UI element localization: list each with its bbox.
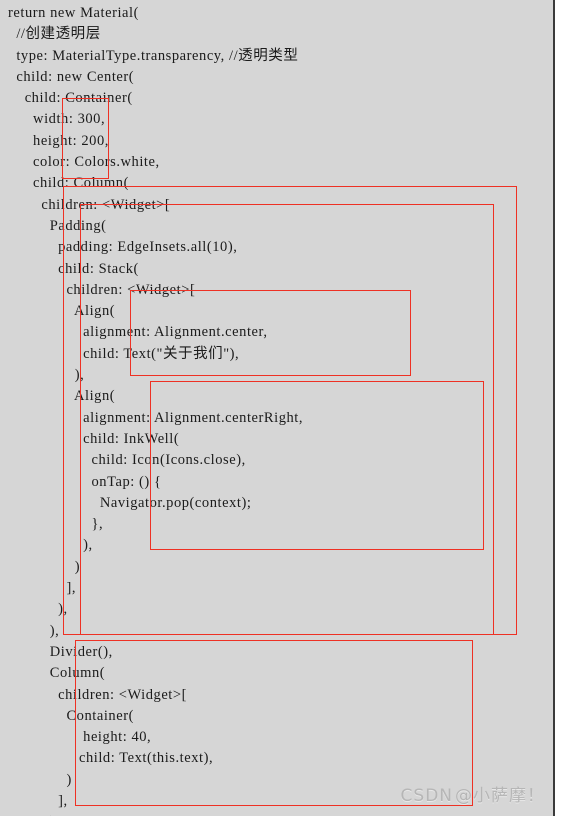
code-line: Align( bbox=[8, 303, 116, 320]
code-line: child: Text(this.text), bbox=[8, 750, 214, 767]
code-line: child: Container( bbox=[8, 90, 133, 107]
code-line: children: <Widget>[ bbox=[8, 281, 196, 298]
code-line: alignment: Alignment.center, bbox=[8, 324, 268, 341]
watermark-author: @小萨摩！ bbox=[455, 786, 545, 806]
code-line: ], bbox=[8, 580, 77, 597]
code-line: child: InkWell( bbox=[8, 430, 180, 447]
code-line: Padding( bbox=[8, 217, 107, 234]
code-line: ) bbox=[8, 558, 81, 575]
code-line: children: <Widget>[ bbox=[8, 686, 187, 703]
watermark: CSDN @小萨摩！ bbox=[401, 781, 545, 806]
code-canvas: return new Material( //创建透明层 type: Mater… bbox=[0, 0, 555, 816]
code-line: alignment: Alignment.centerRight, bbox=[8, 409, 304, 426]
code-line: child: Stack( bbox=[8, 260, 139, 277]
code-line: color: Colors.white, bbox=[8, 154, 160, 171]
code-line: padding: EdgeInsets.all(10), bbox=[8, 239, 238, 256]
code-line: child: Icon(Icons.close), bbox=[8, 452, 246, 469]
code-line: ), bbox=[8, 601, 68, 618]
code-line: ), bbox=[8, 537, 93, 554]
code-line: Align( bbox=[8, 388, 116, 405]
code-line: ) bbox=[0, 812, 553, 816]
code-line: return new Material( bbox=[8, 5, 139, 21]
code-line: }, bbox=[8, 516, 104, 533]
code-line: type: MaterialType.transparency, //透明类型 bbox=[8, 47, 299, 64]
code-line: Navigator.pop(context); bbox=[8, 494, 252, 511]
code-line: child: Column( bbox=[8, 175, 129, 192]
code-screenshot: return new Material( //创建透明层 type: Mater… bbox=[0, 0, 569, 816]
code-line: height: 200, bbox=[8, 132, 109, 149]
code-line: width: 300, bbox=[8, 111, 106, 128]
code-line: Column( bbox=[8, 665, 106, 682]
code-line: Divider(), bbox=[8, 643, 113, 660]
code-line: onTap: () { bbox=[8, 473, 162, 490]
code-line: Container( bbox=[8, 707, 134, 724]
code-line: child: new Center( bbox=[8, 68, 135, 85]
code-line: //创建透明层 bbox=[8, 26, 101, 43]
watermark-source: CSDN bbox=[400, 786, 453, 806]
code-line: child: Text("关于我们"), bbox=[8, 345, 240, 362]
code-line: children: <Widget>[ bbox=[8, 196, 171, 213]
code-line: ), bbox=[8, 367, 85, 384]
code-line: height: 40, bbox=[8, 729, 152, 746]
code-line-list: return new Material( //创建透明层 type: Mater… bbox=[0, 0, 553, 816]
code-line: ), bbox=[8, 622, 60, 639]
